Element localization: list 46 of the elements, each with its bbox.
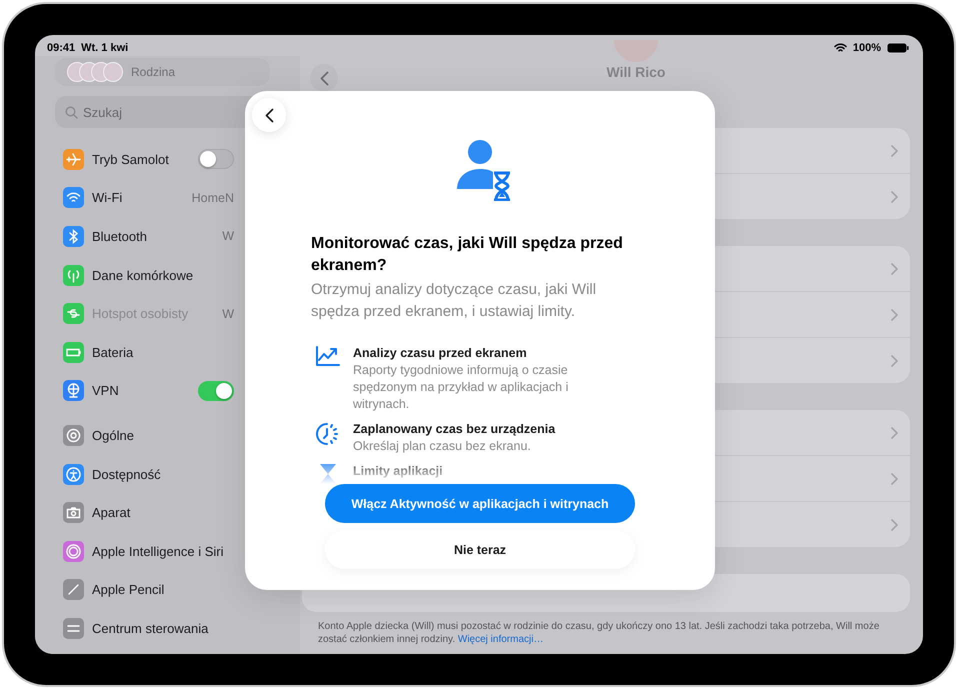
feature-title: Zaplanowany czas bez urządzenia: [353, 421, 556, 438]
battery-icon: [887, 43, 909, 53]
settings-item[interactable]: VPN: [55, 372, 300, 410]
settings-item[interactable]: Tryb Samolot: [55, 140, 300, 179]
feature-description: Określaj plan czasu bez ekranu.: [353, 438, 532, 455]
back-button[interactable]: [252, 98, 286, 132]
back-chevron-icon: [264, 108, 274, 122]
dialog-subtitle: Otrzymuj analizy dotyczące czasu, jaki Will spędza przed ekranem, i ustawiaj limity.: [311, 280, 598, 322]
feature-title: Analizy czasu przed ekranem: [353, 345, 528, 362]
settings-item[interactable]: Centrum sterowania: [55, 609, 300, 648]
chart-trend-icon: [315, 345, 341, 367]
back-chevron-icon: [320, 70, 328, 86]
chevron-right-icon[interactable]: [891, 354, 898, 366]
chevron-right-icon[interactable]: [891, 262, 898, 274]
chevron-right-icon[interactable]: [891, 472, 898, 484]
footer-note: Konto Apple dziecka (Will) musi pozostać w rodzinie do czasu, gdy ukończy ono 13 lat. Jeśli zachodzi taka potrzeba, Will może zostać członkiem innej rodziny. Więcej informacji…: [318, 620, 880, 646]
settings-item[interactable]: Ogólne: [55, 416, 300, 455]
chevron-right-icon[interactable]: [891, 308, 898, 320]
hourglass-icon: [319, 463, 337, 484]
settings-item[interactable]: Aparat: [55, 493, 300, 532]
clock-dashed-icon: [315, 421, 341, 447]
chevron-right-icon[interactable]: [891, 190, 898, 202]
dialog-title: Monitorować czas, jaki Will spędza przed ekranem?: [311, 234, 624, 276]
status-date: Wt. 1 kwi: [81, 42, 128, 54]
settings-item[interactable]: Apple Intelligence i Siri: [55, 532, 300, 571]
chevron-right-icon[interactable]: [891, 518, 898, 530]
settings-item[interactable]: Dane komórkowe: [55, 256, 300, 294]
avatar-group-icon: [67, 62, 123, 82]
not-now-button[interactable]: Nie teraz: [325, 530, 635, 569]
chevron-right-icon[interactable]: [891, 426, 898, 438]
settings-item[interactable]: Apple Pencil: [55, 570, 300, 610]
status-time: 09:41: [47, 42, 76, 54]
battery-percent: 100%: [852, 42, 881, 54]
settings-item[interactable]: Wi-Fi HomeN: [55, 178, 300, 218]
toggle-switch[interactable]: [198, 380, 234, 401]
enable-activity-button[interactable]: Włącz Aktywność w aplikacjach i witrynach: [325, 484, 635, 523]
chevron-right-icon[interactable]: [891, 144, 898, 156]
back-button[interactable]: [310, 64, 338, 92]
settings-item[interactable]: Bluetooth W: [55, 217, 300, 256]
settings-item[interactable]: Bateria: [55, 332, 300, 372]
feature-title: Limity aplikacji: [353, 463, 444, 480]
settings-item[interactable]: Dostępność: [55, 454, 300, 494]
wifi-icon: [834, 43, 847, 53]
search-icon: [65, 106, 78, 119]
feature-description: Raporty tygodniowe informują o czasie spędzonym na przykład w aplikacjach i witrynach.: [353, 362, 570, 413]
toggle-switch[interactable]: [198, 149, 234, 170]
